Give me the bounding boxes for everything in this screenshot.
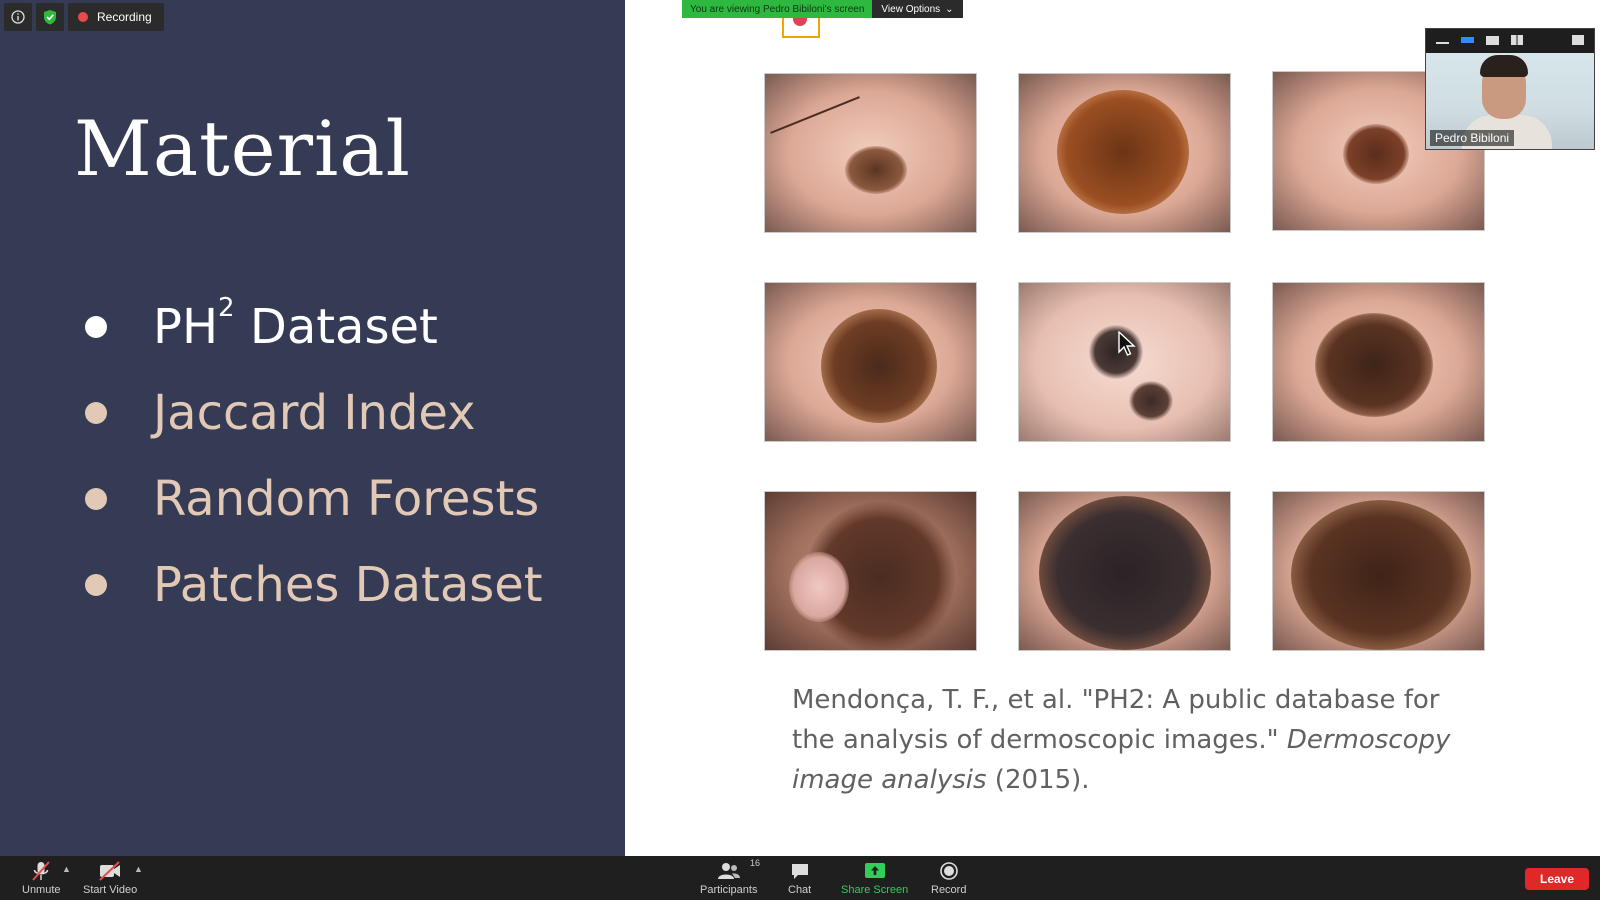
dermoscopy-image — [764, 73, 977, 233]
slide-title: Material — [74, 104, 411, 193]
screen-share-banner: You are viewing Pedro Bibiloni's screen … — [682, 0, 963, 18]
dermoscopy-image — [764, 282, 977, 442]
view-options-label: View Options — [881, 3, 941, 15]
audio-options-caret-icon[interactable]: ▲ — [62, 864, 71, 874]
leave-button[interactable]: Leave — [1525, 868, 1589, 890]
bullet-dot — [85, 402, 107, 424]
video-camera-off-icon — [99, 861, 121, 881]
participants-icon — [717, 863, 740, 879]
unmute-label: Unmute — [22, 884, 61, 896]
bullet-random-forests: Random Forests — [82, 456, 543, 542]
video-options-caret-icon[interactable]: ▲ — [134, 864, 143, 874]
window-layout-icon[interactable] — [1572, 35, 1584, 45]
unmute-button[interactable]: Unmute — [22, 860, 61, 896]
meeting-info-button[interactable] — [4, 3, 32, 31]
chat-button[interactable]: Chat — [788, 860, 811, 896]
start-video-button[interactable]: Start Video — [83, 860, 137, 896]
encryption-button[interactable] — [36, 3, 64, 31]
dermoscopy-image — [1018, 491, 1231, 651]
bullet-text: Patches Dataset — [153, 557, 543, 613]
record-label: Record — [931, 884, 967, 896]
meeting-top-controls: Recording — [4, 2, 164, 32]
bullet-dot — [85, 316, 107, 338]
mouse-cursor-icon — [1118, 331, 1136, 356]
citation-text: Mendonça, T. F., et al. "PH2: A public d… — [792, 685, 1451, 795]
participant-name-label: Pedro Bibiloni — [1430, 130, 1515, 146]
slide-left-panel: Material PH2 Dataset Jaccard Index Rando… — [0, 0, 625, 856]
bullet-text: Random Forests — [153, 471, 540, 527]
share-screen-icon — [864, 863, 885, 878]
chat-icon — [791, 864, 808, 879]
recording-label: Recording — [97, 10, 152, 24]
chevron-down-icon: ⌄ — [945, 3, 954, 15]
recording-dot-icon — [78, 12, 88, 22]
speaker-view-icon[interactable] — [1461, 37, 1474, 43]
bullet-ph2-dataset: PH2 Dataset — [82, 284, 543, 370]
chat-label: Chat — [788, 884, 812, 896]
info-icon — [11, 10, 25, 24]
dermoscopy-image — [1018, 282, 1231, 442]
participant-video: Pedro Bibiloni — [1426, 53, 1594, 149]
bullet-dot — [85, 488, 107, 510]
microphone-muted-icon — [32, 861, 51, 881]
bullet-text: PH2 Dataset — [153, 293, 438, 355]
record-icon — [939, 862, 958, 880]
recording-indicator[interactable]: Recording — [68, 3, 164, 31]
bullet-dot — [85, 574, 107, 596]
thumbnail-view-icon[interactable] — [1486, 35, 1499, 45]
share-screen-button[interactable]: Share Screen — [841, 860, 908, 896]
participants-button[interactable]: Participants — [700, 860, 757, 896]
video-panel-toolbar — [1426, 29, 1594, 51]
bullet-jaccard-index: Jaccard Index — [82, 370, 543, 456]
slide-bullet-list: PH2 Dataset Jaccard Index Random Forests… — [82, 284, 543, 628]
dermoscopy-image — [1272, 282, 1485, 442]
start-video-label: Start Video — [83, 884, 138, 896]
participants-label: Participants — [700, 884, 758, 896]
gallery-view-icon[interactable] — [1511, 35, 1523, 45]
bullet-patches-dataset: Patches Dataset — [82, 542, 543, 628]
participant-video-panel[interactable]: Pedro Bibiloni — [1425, 28, 1595, 150]
share-screen-label: Share Screen — [841, 884, 909, 896]
bullet-text: Jaccard Index — [153, 385, 476, 441]
dermoscopy-image — [1018, 73, 1231, 233]
meeting-toolbar: Unmute ▲ Start Video ▲ Participants 16 C… — [0, 856, 1600, 900]
minimize-icon[interactable] — [1436, 42, 1449, 44]
person-hair — [1480, 55, 1528, 77]
viewing-screen-label: You are viewing Pedro Bibiloni's screen — [682, 0, 873, 18]
view-options-button[interactable]: View Options ⌄ — [872, 0, 963, 18]
record-button[interactable]: Record — [931, 860, 966, 896]
shield-icon — [44, 10, 56, 25]
dermoscopy-image — [1272, 491, 1485, 651]
dermoscopy-image — [764, 491, 977, 651]
participants-count: 16 — [750, 858, 761, 868]
